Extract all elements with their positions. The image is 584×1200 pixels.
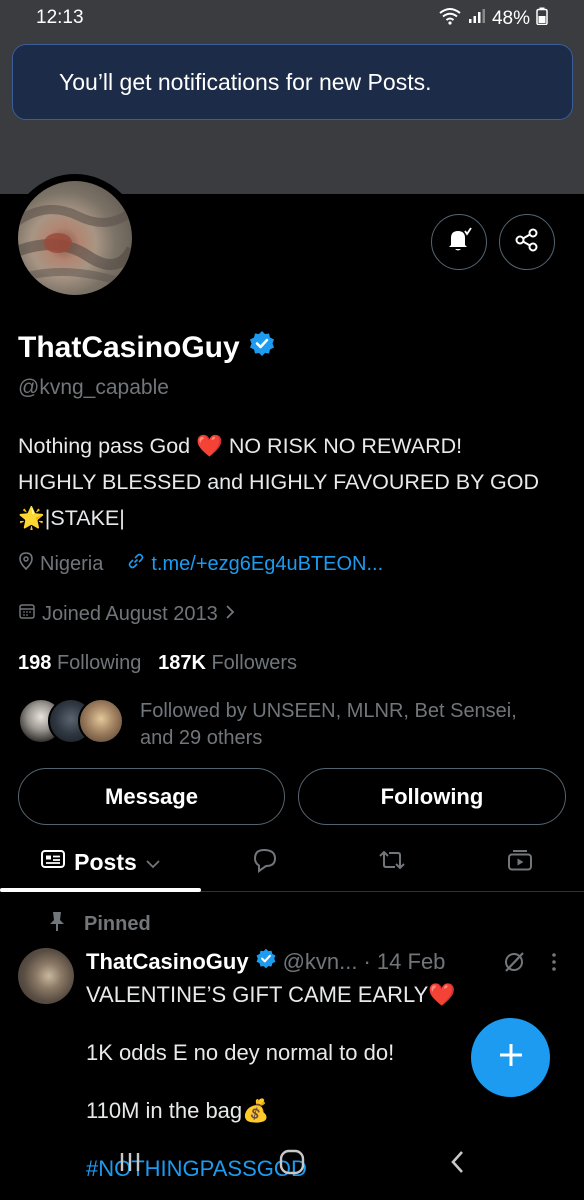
post-text-line: 110M in the bag💰 <box>86 1098 270 1123</box>
followers-link[interactable]: 187K Followers <box>158 652 297 674</box>
notifications-button[interactable] <box>431 214 487 270</box>
following-count: 198 <box>18 652 52 674</box>
system-nav-bar <box>0 1130 584 1200</box>
status-time: 12:13 <box>36 7 84 28</box>
profile-meta: Nigeria t.me/+ezg6Eg4uBTEON... <box>18 552 383 576</box>
active-tab-indicator <box>0 888 201 892</box>
avatar <box>78 698 124 744</box>
posts-icon <box>40 848 66 876</box>
bell-icon <box>445 226 473 259</box>
link-icon <box>127 552 145 576</box>
home-icon <box>278 1148 306 1181</box>
notification-toast: You’ll get notifications for new Posts. <box>12 44 573 120</box>
wifi-icon <box>438 7 462 31</box>
following-label: Following <box>56 652 142 674</box>
chevron-down-icon <box>145 849 161 876</box>
battery-icon <box>536 7 548 31</box>
followers-label: Followers <box>211 652 298 674</box>
post-author-name[interactable]: ThatCasinoGuy <box>86 949 249 975</box>
post-text-line: 1K odds E no dey normal to do! <box>86 1040 395 1065</box>
location-icon <box>18 552 34 576</box>
signal-icon <box>468 8 486 30</box>
recents-icon <box>117 1149 143 1180</box>
following-link[interactable]: 198 Following <box>18 652 141 674</box>
share-icon <box>514 227 540 258</box>
profile-display-name: ThatCasinoGuy <box>18 331 240 364</box>
status-indicators: 48% <box>438 7 548 31</box>
tab-reposts[interactable] <box>352 836 432 888</box>
tab-media[interactable] <box>480 836 560 888</box>
post-text-line: VALENTINE’S GIFT CAME EARLY❤️ <box>86 982 456 1007</box>
retweet-icon <box>378 848 406 877</box>
message-button[interactable]: Message <box>18 768 285 825</box>
share-button[interactable] <box>499 214 555 270</box>
profile-joined-row[interactable]: Joined August 2013 <box>18 602 236 626</box>
following-button[interactable]: Following <box>298 768 566 825</box>
profile-tabs: Posts <box>0 836 584 892</box>
calendar-icon <box>18 602 36 626</box>
profile-avatar[interactable] <box>18 181 132 295</box>
followed-by-text[interactable]: Followed by UNSEEN, MLNR, Bet Sensei, an… <box>140 698 570 752</box>
more-icon[interactable] <box>548 950 560 979</box>
profile-link[interactable]: t.me/+ezg6Eg4uBTEON... <box>151 553 383 576</box>
chevron-right-icon <box>224 603 236 626</box>
back-button[interactable] <box>438 1144 478 1184</box>
toast-message: You’ll get notifications for new Posts. <box>59 68 432 95</box>
reply-icon <box>252 847 278 878</box>
follow-counts: 198 Following 187K Followers <box>18 652 297 675</box>
status-bar: 12:13 48% <box>0 0 584 36</box>
recents-button[interactable] <box>110 1144 150 1184</box>
verified-icon <box>248 330 276 366</box>
post-author-handle: @kvn... <box>282 949 358 974</box>
media-icon <box>507 848 533 877</box>
profile-handle: @kvng_capable <box>18 376 169 399</box>
back-icon <box>448 1149 468 1180</box>
profile-name: ThatCasinoGuy <box>18 330 276 366</box>
tab-posts-label: Posts <box>74 848 137 875</box>
profile-bio: Nothing pass God ❤️ NO RISK NO REWARD! H… <box>18 428 578 536</box>
compose-button[interactable] <box>471 1018 550 1097</box>
followed-by-avatars[interactable] <box>18 698 124 744</box>
bio-line: Nothing pass God ❤️ NO RISK NO REWARD! <box>18 434 463 458</box>
post-date: · 14 Feb <box>363 949 446 974</box>
followers-count: 187K <box>158 652 206 674</box>
verified-icon <box>255 948 277 976</box>
plus-icon <box>497 1041 525 1074</box>
profile-joined: Joined August 2013 <box>42 602 218 625</box>
tab-replies[interactable] <box>225 836 305 888</box>
followed-by-line: and 29 others <box>140 727 263 749</box>
tab-posts[interactable]: Posts <box>0 836 201 888</box>
pin-icon <box>48 910 66 938</box>
home-button[interactable] <box>272 1144 312 1184</box>
pinned-label-row: Pinned <box>48 910 151 938</box>
bio-line: HIGHLY BLESSED and HIGHLY FAVOURED BY GO… <box>18 470 539 494</box>
post-author-avatar[interactable] <box>18 948 74 1004</box>
post-header: ThatCasinoGuy @kvn... · 14 Feb <box>86 948 445 976</box>
pinned-label: Pinned <box>84 912 151 935</box>
battery-level: 48% <box>491 8 530 29</box>
grok-icon[interactable] <box>502 950 526 979</box>
profile-location: Nigeria <box>40 552 104 575</box>
bio-line: 🌟|STAKE| <box>18 506 125 530</box>
followed-by-line: Followed by UNSEEN, MLNR, Bet Sensei, <box>140 700 517 722</box>
